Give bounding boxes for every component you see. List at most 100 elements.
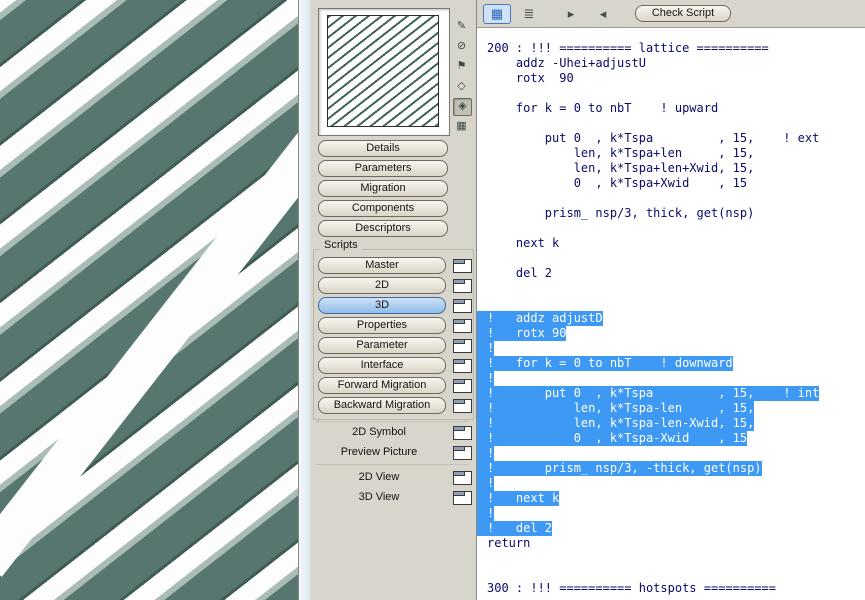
open-in-window-icon[interactable] <box>453 399 472 413</box>
code-line: ! del 2 <box>477 521 865 536</box>
window-back-icon[interactable]: ◂ <box>589 4 617 24</box>
gdl-3d-script-code-area[interactable]: 200 : !!! ========== lattice ========== … <box>477 28 865 600</box>
check-script-button[interactable]: Check Script <box>635 5 731 22</box>
panel-button-details[interactable]: Details <box>318 140 448 157</box>
3d-model-viewport[interactable] <box>0 0 299 600</box>
script-button-properties[interactable]: Properties <box>318 317 446 334</box>
open-in-window-icon[interactable] <box>453 299 472 313</box>
code-line: ! addz adjustD <box>477 311 865 326</box>
code-text: del 2 <box>487 266 553 280</box>
code-line: 300 : !!! ========== hotspots ========== <box>487 581 865 596</box>
panel-button-descriptors[interactable]: Descriptors <box>318 220 448 237</box>
panel-button-components[interactable]: Components <box>318 200 448 217</box>
code-text: len, k*Tspa+len+Xwid, 15, <box>487 161 755 175</box>
open-in-window-icon[interactable] <box>453 339 472 353</box>
label-3d-view: 3D View <box>358 491 400 503</box>
open-in-window-icon[interactable] <box>453 319 472 333</box>
open-in-window-icon[interactable] <box>453 379 472 393</box>
script-button-parameter[interactable]: Parameter <box>318 337 446 354</box>
panel-button-parameters[interactable]: Parameters <box>318 160 448 177</box>
code-text-selected: ! put 0 , k*Tspa , 15, ! int <box>477 386 820 401</box>
no-symbol-icon[interactable]: ⊘ <box>453 38 470 54</box>
script-button-3d[interactable]: 3D <box>318 297 446 314</box>
code-text-selected: ! for k = 0 to nbT ! downward <box>477 356 733 371</box>
code-text-selected: ! <box>477 476 495 491</box>
code-text: 200 : !!! ========== lattice ========== <box>487 41 769 55</box>
code-text: rotx 90 <box>487 71 574 85</box>
open-in-window-icon[interactable] <box>453 471 472 485</box>
panel-separator <box>316 464 468 465</box>
gdl-object-editor-window: Scripts Details Parameters Migration Compon… <box>0 0 865 600</box>
preview-picture[interactable] <box>327 15 439 127</box>
panel-button-migration[interactable]: Migration <box>318 180 448 197</box>
code-line: ! len, k*Tspa-len , 15, <box>477 401 865 416</box>
open-in-window-icon[interactable] <box>453 259 472 273</box>
script-editor-pane: ▦ ≣ ▸ ◂ Check Script 200 : !!! ========== l… <box>476 0 865 600</box>
label-preview-picture: Preview Picture <box>340 446 418 458</box>
code-line: put 0 , k*Tspa , 15, ! ext <box>487 131 865 146</box>
scripts-group-label: Scripts <box>320 239 362 251</box>
code-line: ! <box>477 371 865 386</box>
flag-icon[interactable]: ⚑ <box>453 58 470 74</box>
code-line: ! for k = 0 to nbT ! downward <box>477 356 865 371</box>
code-line: ! <box>477 446 865 461</box>
label-2d-view: 2D View <box>358 471 400 483</box>
film-icon[interactable]: ▦ <box>453 118 470 134</box>
script-button-forward-migration[interactable]: Forward Migration <box>318 377 446 394</box>
code-line: rotx 90 <box>487 71 865 86</box>
code-line: next k <box>487 236 865 251</box>
pencil-icon[interactable]: ✎ <box>453 18 470 34</box>
code-text-selected: ! <box>477 341 495 356</box>
code-line: ! <box>477 341 865 356</box>
code-text-selected: ! rotx 90 <box>477 326 567 341</box>
scripts-groupbox <box>313 249 474 420</box>
code-line: prism_ nsp/3, thick, get(nsp) <box>487 206 865 221</box>
open-in-window-icon[interactable] <box>453 359 472 373</box>
window-forward-icon[interactable]: ▸ <box>557 4 585 24</box>
object-control-panel: Scripts Details Parameters Migration Compon… <box>310 0 476 600</box>
code-text-selected: ! next k <box>477 491 560 506</box>
open-in-window-icon[interactable] <box>453 446 472 460</box>
code-line: for k = 0 to nbT ! upward <box>487 101 865 116</box>
code-text-selected: ! len, k*Tspa-len , 15, <box>477 401 755 416</box>
panel-separator <box>316 421 468 422</box>
code-text: for k = 0 to nbT ! upward <box>487 101 719 115</box>
code-line: ! <box>477 476 865 491</box>
code-line: addz -Uhei+adjustU <box>487 56 865 71</box>
code-line: ! rotx 90 <box>477 326 865 341</box>
code-line: ! len, k*Tspa-len-Xwid, 15, <box>477 416 865 431</box>
code-text-selected: ! prism_ nsp/3, -thick, get(nsp) <box>477 461 762 476</box>
open-in-window-icon[interactable] <box>453 491 472 505</box>
code-text: len, k*Tspa+len , 15, <box>487 146 755 160</box>
diamond-icon[interactable]: ◇ <box>453 78 470 94</box>
list-lines-icon[interactable]: ≣ <box>515 4 543 24</box>
script-editor-toolbar: ▦ ≣ ▸ ◂ Check Script <box>477 0 865 28</box>
code-line: 0 , k*Tspa+Xwid , 15 <box>487 176 865 191</box>
preview-picture-frame <box>318 8 450 136</box>
script-button-2d[interactable]: 2D <box>318 277 446 294</box>
code-text-selected: ! <box>477 446 495 461</box>
script-button-backward-migration[interactable]: Backward Migration <box>318 397 446 414</box>
script-button-master[interactable]: Master <box>318 257 446 274</box>
open-in-window-icon[interactable] <box>453 426 472 440</box>
code-text: 300 : !!! ========== hotspots ========== <box>487 581 776 595</box>
code-line: ! 0 , k*Tspa-Xwid , 15 <box>477 431 865 446</box>
code-line: len, k*Tspa+len , 15, <box>487 146 865 161</box>
code-line: ! put 0 , k*Tspa , 15, ! int <box>477 386 865 401</box>
target-icon[interactable]: ◈ <box>453 98 472 116</box>
code-line: ! next k <box>477 491 865 506</box>
dotted-grid-icon[interactable]: ▦ <box>483 3 511 24</box>
code-text: put 0 , k*Tspa , 15, ! ext <box>487 131 820 145</box>
open-in-window-icon[interactable] <box>453 279 472 293</box>
code-line: return <box>487 536 865 551</box>
script-button-interface[interactable]: Interface <box>318 357 446 374</box>
